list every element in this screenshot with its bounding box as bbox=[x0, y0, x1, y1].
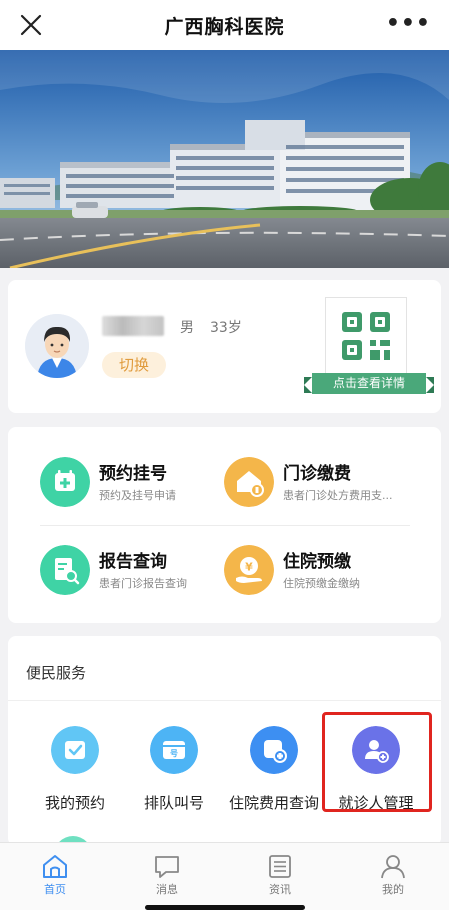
tab-me[interactable]: 我的 bbox=[358, 853, 428, 897]
service-subtitle: 患者门诊处方费用支... bbox=[283, 489, 393, 502]
service-report-query[interactable]: 报告查询 患者门诊报告查询 bbox=[40, 543, 240, 603]
service-title: 住院预缴 bbox=[283, 552, 351, 572]
patient-age: 33岁 bbox=[210, 320, 242, 336]
more-options-icon[interactable]: ••• bbox=[386, 13, 431, 35]
service-title: 预约挂号 bbox=[99, 464, 167, 484]
news-icon bbox=[269, 855, 291, 878]
report-search-icon bbox=[40, 545, 90, 595]
home-indicator bbox=[145, 905, 305, 910]
hospital-banner-image bbox=[0, 50, 449, 268]
user-icon bbox=[381, 855, 405, 879]
tab-messages[interactable]: 消息 bbox=[132, 853, 202, 897]
item-label: 排队叫号 bbox=[143, 794, 204, 812]
tab-label: 消息 bbox=[156, 883, 178, 896]
avatar bbox=[25, 314, 89, 378]
main-services-card: 预约挂号 预约及挂号申请 门诊缴费 患者门诊处方费用支... 报告查询 患者门诊… bbox=[8, 427, 441, 623]
service-title: 门诊缴费 bbox=[283, 464, 351, 484]
service-appointment-booking[interactable]: 预约挂号 预约及挂号申请 bbox=[40, 455, 240, 515]
top-nav-bar: 广西胸科医院 ••• bbox=[0, 0, 449, 50]
service-outpatient-payment[interactable]: 门诊缴费 患者门诊处方费用支... bbox=[224, 455, 424, 515]
svg-text:¥: ¥ bbox=[245, 561, 253, 574]
qr-code-icon bbox=[325, 297, 407, 377]
item-label: 我的预约 bbox=[44, 794, 105, 812]
fee-query-icon bbox=[250, 726, 298, 774]
tab-label: 资讯 bbox=[269, 883, 291, 896]
yen-hand-icon: ¥ bbox=[224, 545, 274, 595]
ticket-number-icon: 号 bbox=[150, 726, 198, 774]
queue-number-item[interactable]: 号 排队叫号 bbox=[124, 726, 224, 812]
qr-view-details-label: 点击查看详情 bbox=[304, 373, 434, 394]
service-subtitle: 住院预缴金缴纳 bbox=[283, 577, 360, 590]
service-title: 报告查询 bbox=[99, 552, 167, 572]
payment-home-icon bbox=[224, 457, 274, 507]
service-subtitle: 预约及挂号申请 bbox=[99, 489, 176, 502]
calendar-check-icon bbox=[51, 726, 99, 774]
inpatient-fee-query-item[interactable]: 住院费用查询 bbox=[224, 726, 324, 812]
my-appointments-item[interactable]: 我的预约 bbox=[25, 726, 125, 812]
item-label: 住院费用查询 bbox=[228, 794, 319, 812]
page-title: 广西胸科医院 bbox=[164, 15, 285, 38]
tab-label: 我的 bbox=[382, 883, 404, 896]
bottom-tab-bar: 首页 消息 资讯 我的 bbox=[0, 842, 449, 910]
qr-code-button[interactable]: 点击查看详情 bbox=[304, 297, 434, 397]
service-subtitle: 患者门诊报告查询 bbox=[99, 577, 187, 590]
close-icon[interactable] bbox=[18, 12, 44, 38]
switch-patient-button[interactable]: 切换 bbox=[102, 352, 166, 378]
home-icon bbox=[43, 855, 67, 878]
tab-label: 首页 bbox=[44, 883, 66, 896]
section-heading: 便民服务 bbox=[26, 664, 87, 682]
svg-text:号: 号 bbox=[170, 749, 178, 758]
patient-gender: 男 bbox=[180, 320, 194, 336]
patient-profile-card: 男 33岁 切换 点击查看详情 bbox=[8, 280, 441, 413]
divider bbox=[8, 700, 441, 701]
tab-news[interactable]: 资讯 bbox=[245, 853, 315, 897]
highlight-box bbox=[322, 712, 432, 812]
service-inpatient-prepayment[interactable]: ¥ 住院预缴 住院预缴金缴纳 bbox=[224, 543, 424, 603]
calendar-plus-icon bbox=[40, 457, 90, 507]
patient-name-redacted bbox=[102, 316, 164, 336]
divider bbox=[40, 525, 410, 526]
message-icon bbox=[155, 856, 179, 878]
tab-home[interactable]: 首页 bbox=[20, 853, 90, 897]
